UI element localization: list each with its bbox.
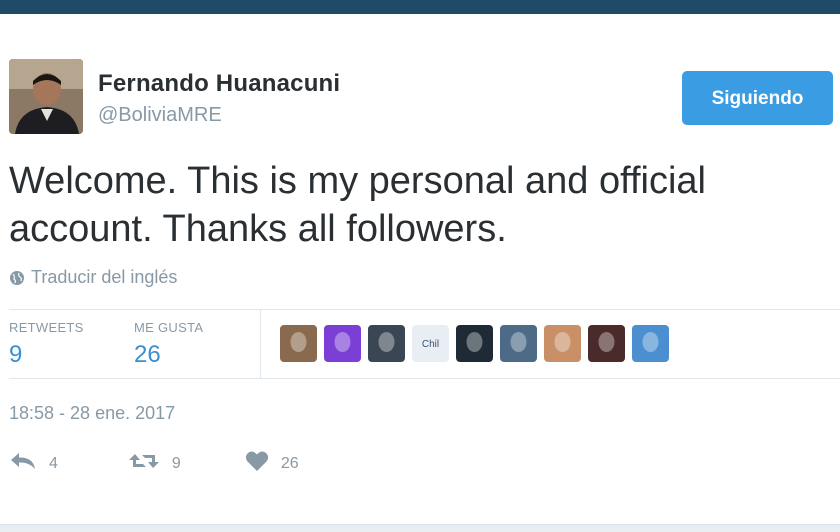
- likes-label: ME GUSTA: [134, 320, 204, 335]
- liker-avatar[interactable]: [500, 325, 537, 362]
- liker-avatar[interactable]: [324, 325, 361, 362]
- tweet-timestamp[interactable]: 18:58 - 28 ene. 2017: [9, 403, 175, 424]
- translate-link[interactable]: Traducir del inglés: [9, 267, 177, 288]
- heart-icon: [245, 450, 269, 477]
- retweets-label: RETWEETS: [9, 320, 84, 335]
- globe-icon: [9, 270, 25, 286]
- liker-avatar[interactable]: [456, 325, 493, 362]
- tweet-actions: 4 9 26: [9, 450, 299, 477]
- liker-avatar[interactable]: [544, 325, 581, 362]
- reply-icon: [9, 451, 37, 476]
- reply-count: 4: [49, 454, 58, 472]
- stats-separator: [260, 310, 261, 378]
- like-button[interactable]: 26: [245, 450, 299, 477]
- retweet-icon: [128, 451, 160, 476]
- likes-stat[interactable]: ME GUSTA 26: [134, 320, 203, 369]
- stats-divider-top: [9, 309, 840, 310]
- liker-avatar[interactable]: Chil: [412, 325, 449, 362]
- like-count: 26: [280, 454, 299, 472]
- reply-button[interactable]: 4: [9, 451, 58, 476]
- liker-avatar[interactable]: [280, 325, 317, 362]
- likes-value: 26: [134, 341, 161, 368]
- liker-avatar[interactable]: [368, 325, 405, 362]
- author-handle[interactable]: @BoliviaMRE: [98, 104, 222, 127]
- liker-avatar[interactable]: [632, 325, 669, 362]
- retweets-value: 9: [9, 341, 23, 368]
- following-button[interactable]: Siguiendo: [682, 71, 833, 125]
- retweet-count: 9: [171, 454, 181, 472]
- bottom-bar: [0, 524, 840, 532]
- liker-avatar[interactable]: [588, 325, 625, 362]
- tweet-page: Fernando Huanacuni @BoliviaMRE Siguiendo…: [0, 0, 840, 532]
- author-avatar[interactable]: [9, 59, 83, 134]
- translate-label: Traducir del inglés: [31, 267, 178, 287]
- top-bar: [0, 0, 840, 14]
- liker-avatars: Chil: [280, 325, 676, 362]
- stats-divider-bottom: [9, 378, 840, 379]
- tweet-text: Welcome. This is my personal and officia…: [9, 160, 706, 250]
- author-name[interactable]: Fernando Huanacuni: [98, 70, 340, 98]
- svg-text:Chil: Chil: [422, 339, 439, 350]
- retweets-stat[interactable]: RETWEETS 9: [9, 320, 84, 369]
- retweet-button[interactable]: 9: [128, 451, 181, 476]
